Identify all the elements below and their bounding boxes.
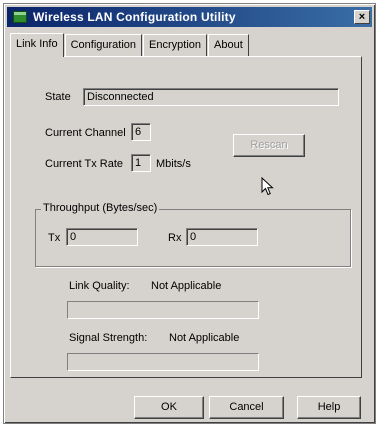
- window-title: Wireless LAN Configuration Utility: [33, 10, 236, 24]
- help-button[interactable]: Help: [297, 396, 361, 419]
- signal-strength-value: Not Applicable: [169, 332, 240, 344]
- rx-throughput-field: 0: [186, 228, 258, 246]
- current-channel-field: 6: [131, 123, 151, 141]
- rx-label: Rx: [168, 232, 182, 244]
- tab-strip: Link Info Configuration Encryption About: [10, 33, 250, 57]
- tab-encryption[interactable]: Encryption: [143, 34, 208, 56]
- link-info-panel: State Disconnected Current Channel 6 Cur…: [10, 56, 362, 378]
- throughput-title: Throughput (Bytes/sec): [41, 202, 160, 214]
- mouse-pointer-icon: [261, 177, 274, 196]
- tab-configuration-label: Configuration: [70, 39, 137, 51]
- tx-label: Tx: [48, 232, 61, 244]
- current-tx-rate-label: Current Tx Rate: [45, 158, 124, 170]
- state-label: State: [45, 91, 71, 103]
- tab-about[interactable]: About: [208, 34, 249, 56]
- signal-strength-bar: [67, 353, 259, 371]
- tx-rate-unit: Mbits/s: [156, 158, 191, 170]
- signal-strength-label: Signal Strength:: [69, 332, 148, 344]
- current-tx-rate-field: 1: [131, 154, 151, 172]
- link-quality-label: Link Quality:: [69, 280, 130, 292]
- tab-about-label: About: [214, 39, 243, 51]
- throughput-group: Throughput (Bytes/sec) Tx 0 Rx 0: [35, 202, 351, 267]
- close-button[interactable]: ×: [354, 10, 370, 24]
- tab-encryption-label: Encryption: [149, 39, 202, 51]
- link-quality-bar: [67, 301, 259, 319]
- title-bar[interactable]: Wireless LAN Configuration Utility ×: [7, 7, 372, 27]
- tab-configuration[interactable]: Configuration: [64, 34, 143, 56]
- link-quality-value: Not Applicable: [151, 280, 222, 292]
- tx-throughput-field: 0: [66, 228, 138, 246]
- current-channel-label: Current Channel: [45, 127, 126, 139]
- ok-button[interactable]: OK: [134, 396, 204, 419]
- state-field: Disconnected: [83, 88, 339, 106]
- app-icon: [13, 11, 27, 23]
- tab-link-info-label: Link Info: [16, 38, 58, 50]
- rescan-button[interactable]: Rescan: [233, 134, 305, 157]
- cancel-button[interactable]: Cancel: [209, 396, 284, 419]
- tab-link-info[interactable]: Link Info: [10, 33, 64, 57]
